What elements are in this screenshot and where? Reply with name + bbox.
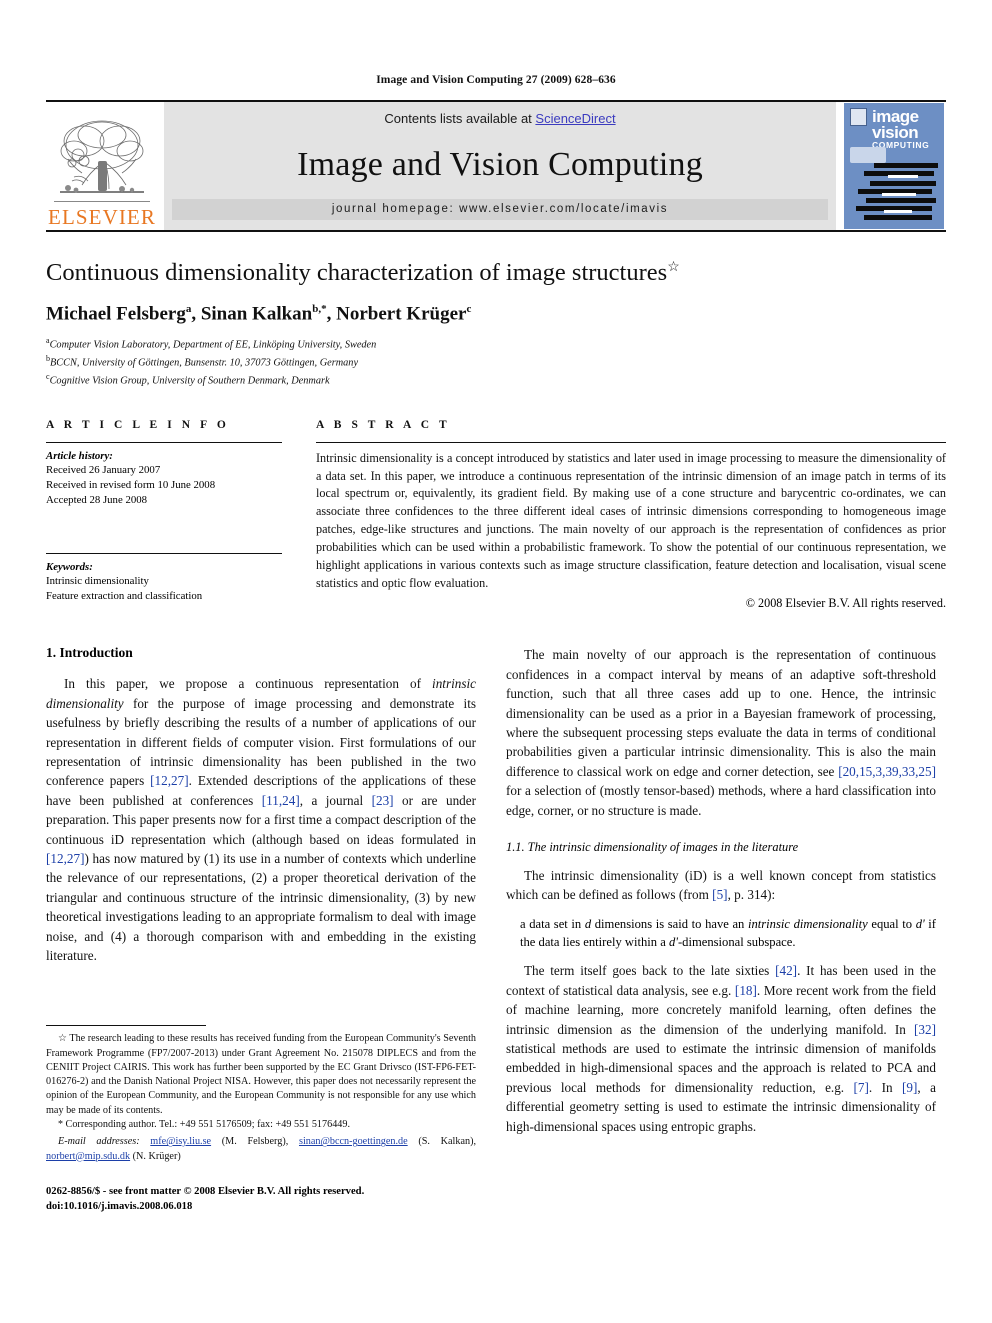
keyword-item: Intrinsic dimensionality xyxy=(46,574,149,587)
paragraph: The main novelty of our approach is the … xyxy=(506,647,936,818)
email-link[interactable]: mfe@isy.liu.se xyxy=(150,1136,211,1147)
body-two-column: 1. Introduction In this paper, we propos… xyxy=(46,645,946,1212)
cover-artwork: image vision COMPUTING xyxy=(844,103,944,229)
journal-cover-thumbnail: image vision COMPUTING xyxy=(842,102,946,230)
footnote-rule xyxy=(46,1025,206,1027)
cover-badge-icon xyxy=(850,147,886,163)
article-history-item: Accepted 28 June 2008 xyxy=(46,494,148,507)
block-quote: a data set in d dimensions is said to ha… xyxy=(520,916,936,950)
paper-title-text: Continuous dimensionality characterizati… xyxy=(46,259,668,286)
email-link[interactable]: norbert@mip.sdu.dk xyxy=(46,1151,130,1162)
affiliation-item: bBCCN, University of Göttingen, Bunsenst… xyxy=(46,353,946,371)
affiliation-item: cCognitive Vision Group, University of S… xyxy=(46,371,946,389)
journal-masthead: ELSEVIER Contents lists available at Sci… xyxy=(46,100,946,230)
article-history-heading: Article history: xyxy=(46,449,113,462)
corresponding-author-text: Corresponding author. Tel.: +49 551 5176… xyxy=(65,1119,351,1130)
doi-line: doi:10.1016/j.imavis.2008.06.018 xyxy=(46,1201,193,1213)
cover-line2: vision xyxy=(872,123,919,143)
abstract-column: A B S T R A C T Intrinsic dimensionality… xyxy=(308,419,946,612)
email-owner: (M. Felsberg) xyxy=(221,1136,286,1148)
email-footnote: E-mail addresses: mfe@isy.liu.se (M. Fel… xyxy=(46,1136,477,1162)
article-history-item: Received in revised form 10 June 2008 xyxy=(46,479,216,492)
elsevier-wordmark: ELSEVIER xyxy=(48,205,156,229)
paragraph: The intrinsic dimensionality (iD) is a w… xyxy=(506,867,936,903)
abstract-label: A B S T R A C T xyxy=(316,418,451,431)
running-head: Image and Vision Computing 27 (2009) 628… xyxy=(376,74,616,86)
elsevier-tree-icon xyxy=(60,120,144,193)
issn-block: 0262-8856/$ - see front matter © 2008 El… xyxy=(46,1184,476,1215)
email-owner: (N. Krüger) xyxy=(132,1150,181,1162)
contents-available-line: Contents lists available at ScienceDirec… xyxy=(384,111,615,126)
abstract-copyright: © 2008 Elsevier B.V. All rights reserved… xyxy=(745,596,946,611)
article-info-column: A R T I C L E I N F O Article history: R… xyxy=(46,419,308,612)
keywords-block: Keywords: Intrinsic dimensionality Featu… xyxy=(46,552,282,605)
issn-line: 0262-8856/$ - see front matter © 2008 El… xyxy=(46,1185,365,1197)
elsevier-logo: ELSEVIER xyxy=(46,102,158,230)
affiliation-list: aComputer Vision Laboratory, Department … xyxy=(46,335,946,389)
email-link[interactable]: sinan@bccn-goettingen.de xyxy=(299,1136,408,1147)
affiliation-item: aComputer Vision Laboratory, Department … xyxy=(46,335,946,353)
footnote-block: ☆ The research leading to these results … xyxy=(46,1025,476,1214)
cover-elsevier-mark-icon xyxy=(850,108,867,126)
article-info-label: A R T I C L E I N F O xyxy=(46,418,230,431)
affiliation-text: Computer Vision Laboratory, Department o… xyxy=(49,339,377,351)
abstract-rule xyxy=(316,441,946,443)
page-title: Continuous dimensionality characterizati… xyxy=(46,258,946,287)
cover-title-text: image vision COMPUTING xyxy=(872,108,938,150)
author-list: Michael Felsberga, Sinan Kalkanb,*, Norb… xyxy=(46,303,472,325)
paragraph: In this paper, we propose a continuous r… xyxy=(46,676,476,963)
funding-footnote-text: The research leading to these results ha… xyxy=(46,1033,477,1116)
section-heading-introduction: 1. Introduction xyxy=(46,645,133,661)
corresponding-author-marker: * xyxy=(58,1119,63,1130)
funding-footnote: ☆ The research leading to these results … xyxy=(46,1032,476,1118)
affiliation-text: BCCN, University of Göttingen, Bunsenstr… xyxy=(50,357,359,369)
article-info-rule xyxy=(46,441,282,443)
contents-prefix: Contents lists available at xyxy=(384,111,536,126)
keywords-heading: Keywords: xyxy=(46,560,93,573)
masthead-bottom-rule xyxy=(46,230,946,232)
abstract-text: Intrinsic dimensionality is a concept in… xyxy=(316,450,946,590)
info-abstract-row: A R T I C L E I N F O Article history: R… xyxy=(46,419,946,612)
email-label: E-mail addresses: xyxy=(58,1136,140,1148)
body-left-column: 1. Introduction In this paper, we propos… xyxy=(46,645,476,1212)
paragraph: The term itself goes back to the late si… xyxy=(506,963,937,1134)
keywords-rule xyxy=(46,552,282,554)
sciencedirect-link[interactable]: ScienceDirect xyxy=(535,111,615,126)
email-owner: (S. Kalkan) xyxy=(418,1136,474,1148)
journal-title: Image and Vision Computing xyxy=(297,146,703,183)
keyword-item: Feature extraction and classification xyxy=(46,590,203,603)
body-right-column: The main novelty of our approach is the … xyxy=(506,645,936,1136)
title-footnote-marker: ☆ xyxy=(667,259,680,275)
journal-homepage-bar[interactable]: journal homepage: www.elsevier.com/locat… xyxy=(172,199,828,220)
corresponding-author-footnote: * Corresponding author. Tel.: +49 551 51… xyxy=(46,1118,476,1132)
journal-banner: Contents lists available at ScienceDirec… xyxy=(164,102,836,230)
subsection-heading-literature: 1.1. The intrinsic dimensionality of ima… xyxy=(506,839,799,854)
affiliation-text: Cognitive Vision Group, University of So… xyxy=(49,375,330,387)
funding-footnote-marker: ☆ xyxy=(58,1033,67,1045)
logo-divider xyxy=(54,200,150,202)
article-history-item: Received 26 January 2007 xyxy=(46,463,161,476)
paper-page: Image and Vision Computing 27 (2009) 628… xyxy=(0,0,992,1323)
